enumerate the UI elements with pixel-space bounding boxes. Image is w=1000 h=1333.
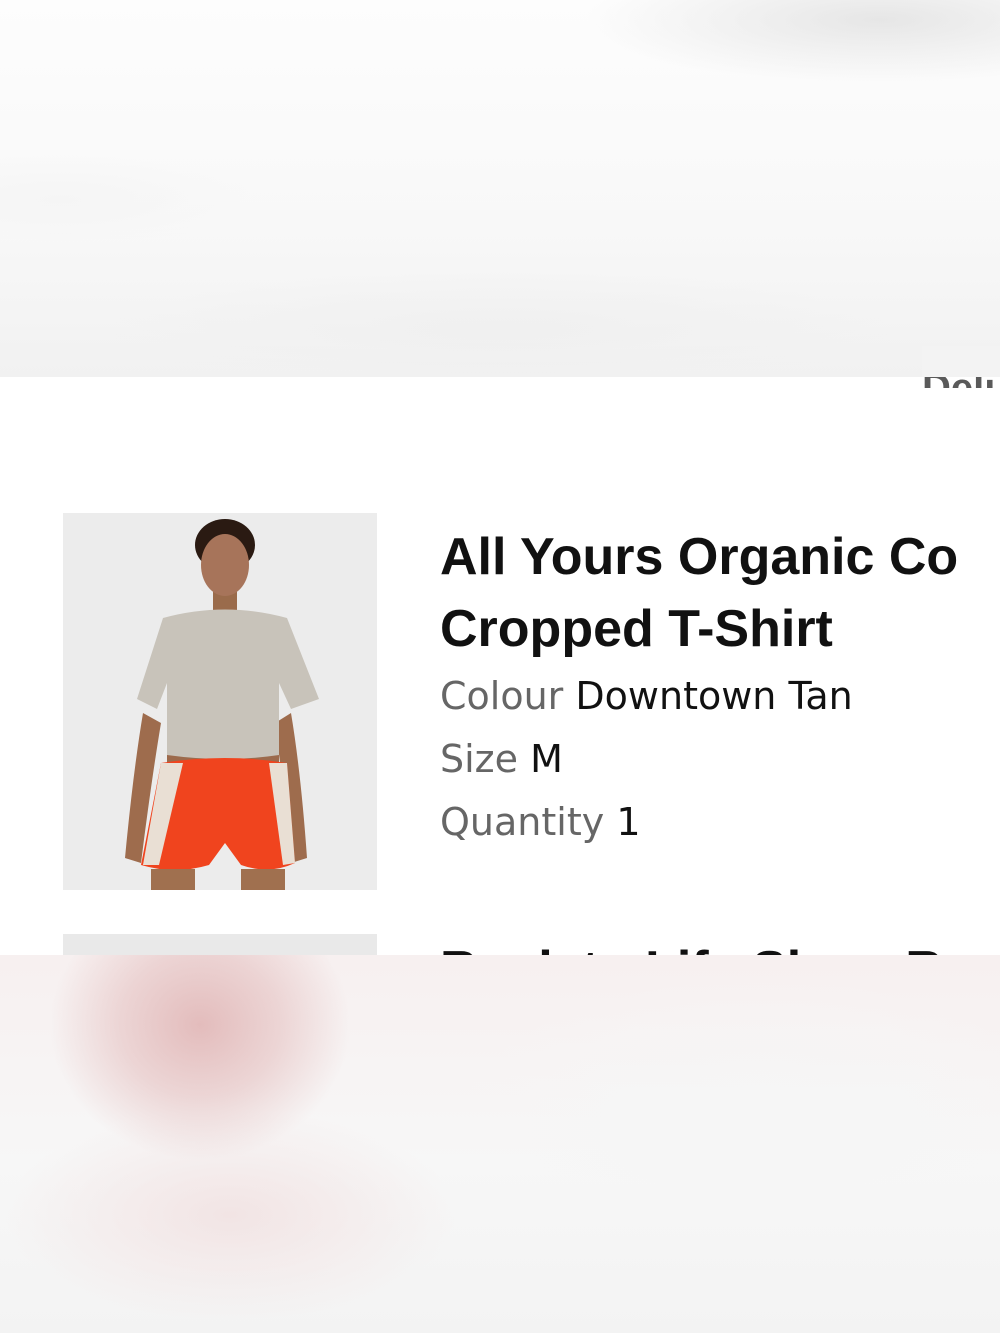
colour-label: Colour	[440, 674, 564, 718]
section-heading-text: Deli	[922, 366, 996, 388]
next-product-title[interactable]: Rock to Life Sleep R	[440, 934, 1000, 955]
colour-value: Downtown Tan	[575, 674, 853, 718]
quantity-label: Quantity	[440, 800, 605, 844]
size-label: Size	[440, 737, 519, 781]
section-heading-partial: Deli	[922, 346, 1000, 388]
product-title-line1: All Yours Organic Co	[440, 528, 959, 586]
blurred-header-region	[0, 0, 1000, 377]
cart-item[interactable]: All Yours Organic Co Cropped T-Shirt Col…	[63, 513, 1000, 890]
quantity-row: Quantity 1	[440, 791, 1000, 854]
next-product-image[interactable]	[63, 934, 377, 955]
product-details: All Yours Organic Co Cropped T-Shirt Col…	[440, 521, 1000, 854]
product-title-line2: Cropped T-Shirt	[440, 600, 833, 658]
size-row: Size M	[440, 728, 1000, 791]
size-value: M	[530, 737, 563, 781]
blurred-footer-region	[0, 955, 1000, 1333]
colour-row: Colour Downtown Tan	[440, 665, 1000, 728]
quantity-value: 1	[616, 800, 641, 844]
product-image[interactable]	[63, 513, 377, 890]
model-photo	[63, 513, 377, 890]
product-title[interactable]: All Yours Organic Co Cropped T-Shirt	[440, 521, 1000, 665]
next-product-title-text: Rock to Life Sleep R	[440, 944, 943, 955]
order-page: Deli All Yours Organic Co Cropped T-Shir…	[0, 0, 1000, 1333]
